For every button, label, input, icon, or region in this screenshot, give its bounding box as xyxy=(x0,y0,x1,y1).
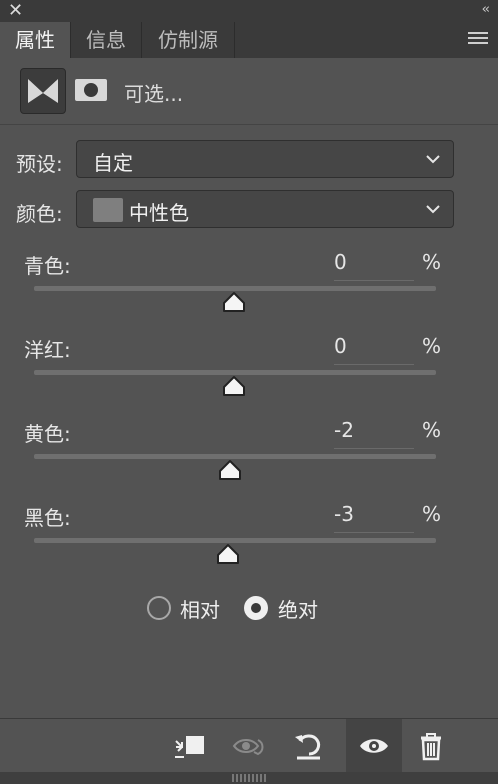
preset-label: 预设: xyxy=(16,152,63,176)
adjustment-title: 可选... xyxy=(124,82,184,106)
chevron-down-icon xyxy=(426,155,440,164)
relative-radio[interactable] xyxy=(147,596,171,620)
collapse-panel-icon[interactable]: ‹‹ xyxy=(482,0,491,20)
tab-properties[interactable]: 属性 xyxy=(0,22,71,58)
slider-thumb[interactable] xyxy=(218,459,242,481)
slider-label: 青色: xyxy=(24,254,71,278)
percent-unit: % xyxy=(422,334,442,358)
slider-value-input[interactable]: -2 xyxy=(334,418,414,449)
view-previous-state-icon[interactable] xyxy=(232,729,266,763)
slider-thumb[interactable] xyxy=(222,291,246,313)
resize-strip xyxy=(0,772,498,784)
percent-unit: % xyxy=(422,250,442,274)
bottom-toolbar xyxy=(0,718,498,773)
clip-to-layer-icon[interactable] xyxy=(172,729,206,763)
panel-header: ✕ ‹‹ xyxy=(0,0,498,22)
slider-label: 黑色: xyxy=(24,506,71,530)
trash-icon[interactable] xyxy=(414,729,448,763)
adjustment-mode-row: 可选... xyxy=(0,58,498,122)
percent-unit: % xyxy=(422,502,442,526)
colors-dropdown[interactable]: 中性色 xyxy=(76,190,454,228)
mask-icon xyxy=(75,79,107,101)
relative-label[interactable]: 相对 xyxy=(180,594,220,623)
slider-value-input[interactable]: 0 xyxy=(334,334,414,365)
slider-value-input[interactable]: -3 xyxy=(334,502,414,533)
visibility-toggle[interactable] xyxy=(346,719,402,773)
eye-icon xyxy=(360,739,388,753)
colors-label: 颜色: xyxy=(16,202,63,226)
preset-dropdown[interactable]: 自定 xyxy=(76,140,454,178)
tab-clone-source[interactable]: 仿制源 xyxy=(142,22,235,58)
divider xyxy=(0,124,498,125)
mask-mode-button[interactable] xyxy=(70,68,114,112)
panel-menu-icon[interactable] xyxy=(468,32,488,46)
slider-label: 洋红: xyxy=(24,338,71,362)
absolute-radio[interactable] xyxy=(244,596,268,620)
reset-icon[interactable] xyxy=(292,729,326,763)
slider-thumb[interactable] xyxy=(216,543,240,565)
adjustment-mode-button[interactable] xyxy=(20,68,66,114)
tab-bar: 属性 信息 仿制源 xyxy=(0,22,498,58)
absolute-label[interactable]: 绝对 xyxy=(278,594,318,623)
percent-unit: % xyxy=(422,418,442,442)
chevron-down-icon xyxy=(426,205,440,214)
slider-label: 黄色: xyxy=(24,422,71,446)
selective-color-icon xyxy=(28,79,58,103)
color-swatch xyxy=(93,198,123,222)
preset-value: 自定 xyxy=(93,151,133,175)
tab-info[interactable]: 信息 xyxy=(71,22,142,58)
colors-value: 中性色 xyxy=(129,201,189,225)
slider-thumb[interactable] xyxy=(222,375,246,397)
close-icon[interactable]: ✕ xyxy=(8,1,23,21)
resize-grip-icon[interactable] xyxy=(232,774,266,782)
slider-value-input[interactable]: 0 xyxy=(334,250,414,281)
